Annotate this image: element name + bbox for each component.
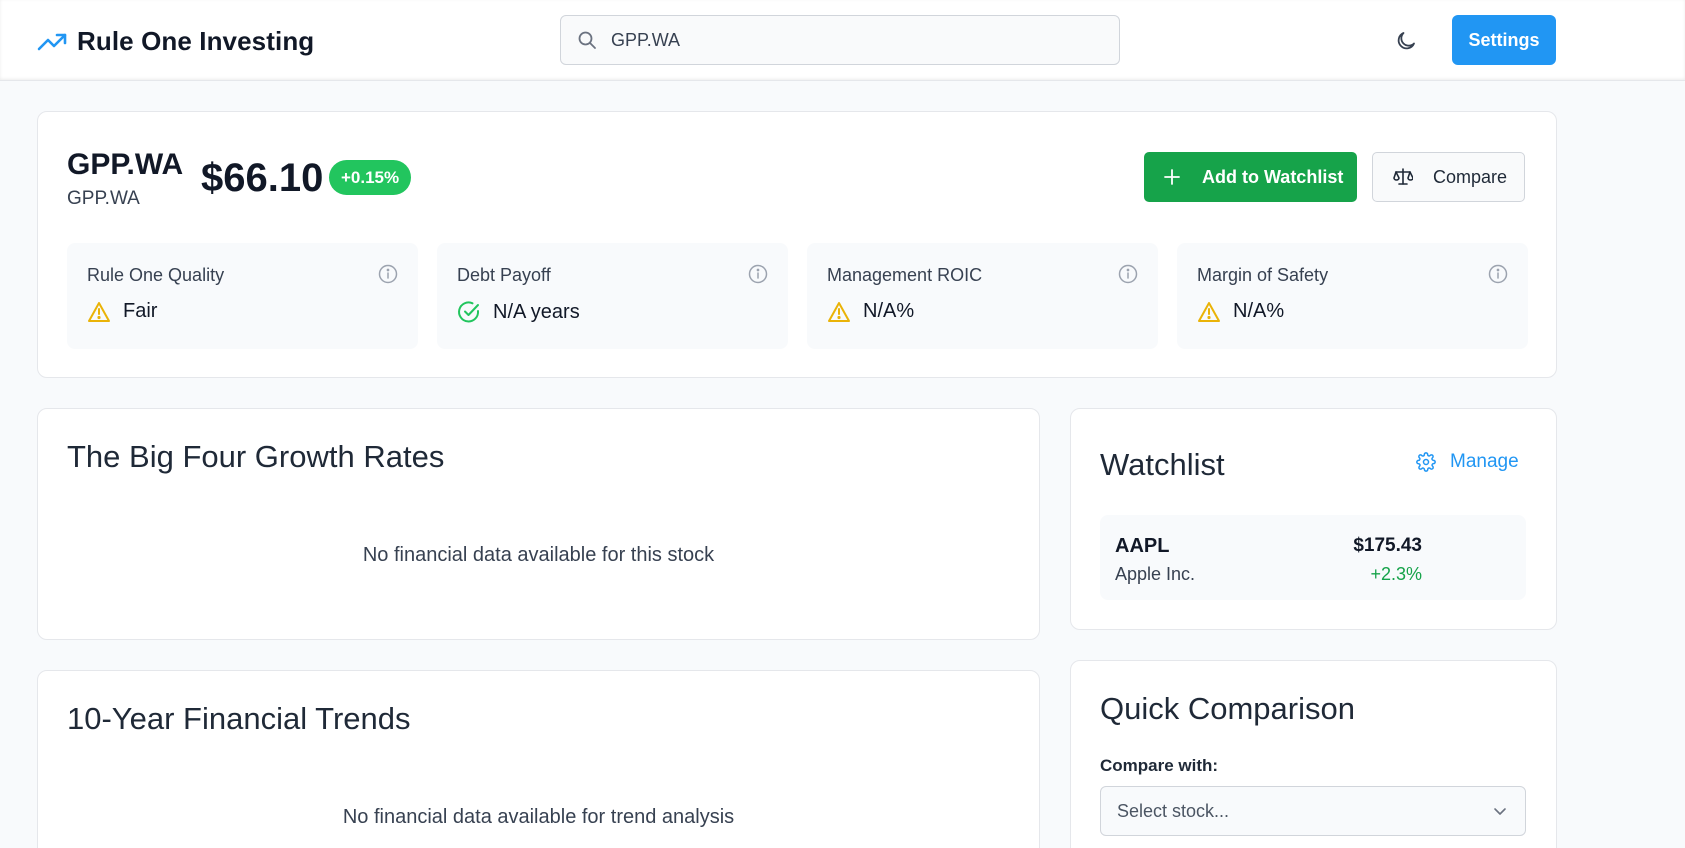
price-change-badge: +0.15% (329, 160, 412, 195)
warning-icon (1197, 301, 1221, 323)
metric-value: N/A% (863, 300, 915, 322)
watchlist-item[interactable]: AAPL Apple Inc. $175.43 +2.3% (1100, 515, 1526, 600)
quick-comparison-title: Quick Comparison (1100, 691, 1355, 726)
metric-rule-one-quality: Rule One Quality Fair (67, 243, 418, 349)
metric-label: Management ROIC (827, 265, 983, 285)
metric-value: N/A% (1233, 300, 1285, 322)
compare-button[interactable]: Compare (1372, 152, 1525, 202)
check-circle-icon (457, 300, 481, 324)
search-icon (577, 30, 597, 50)
stock-summary-card: GPP.WA GPP.WA $66.10 +0.15% Add to Watch… (37, 111, 1557, 378)
compare-stock-select[interactable]: Select stock... (1100, 786, 1526, 836)
trends-title: 10-Year Financial Trends (67, 701, 411, 736)
metric-value: N/A years (493, 300, 580, 323)
stock-ticker: GPP.WA (67, 148, 184, 181)
trends-card: 10-Year Financial Trends No financial da… (37, 670, 1040, 848)
metric-label: Debt Payoff (457, 265, 551, 285)
watchlist-card: Watchlist Manage AAPL Apple Inc. $175.43… (1070, 408, 1557, 630)
add-to-watchlist-button[interactable]: Add to Watchlist (1144, 152, 1357, 202)
top-header: Rule One Investing Settings (0, 0, 1685, 81)
trends-empty-message: No financial data available for trend an… (342, 806, 735, 828)
compare-select-placeholder: Select stock... (1117, 800, 1230, 821)
compare-with-label: Compare with: (1100, 756, 1219, 775)
search-input[interactable] (611, 29, 1091, 51)
warning-icon (827, 301, 851, 323)
metric-label: Rule One Quality (87, 265, 225, 285)
settings-button[interactable]: Settings (1452, 15, 1556, 65)
metric-margin-of-safety: Margin of Safety N/A% (1177, 243, 1528, 349)
search-bar[interactable] (560, 15, 1120, 65)
scale-icon (1393, 167, 1413, 187)
add-to-watchlist-label: Add to Watchlist (1202, 166, 1344, 187)
metric-value: Fair (123, 300, 158, 322)
brand[interactable]: Rule One Investing (37, 26, 314, 57)
chevron-down-icon (1493, 804, 1507, 818)
gear-icon (1416, 452, 1436, 472)
manage-label: Manage (1450, 451, 1519, 472)
watchlist-company-name: Apple Inc. (1115, 564, 1196, 584)
info-icon[interactable] (1488, 264, 1508, 284)
warning-icon (87, 301, 111, 323)
trending-up-icon (37, 31, 67, 53)
stock-price: $66.10 (201, 156, 324, 200)
big-four-card: The Big Four Growth Rates No financial d… (37, 408, 1040, 640)
compare-label: Compare (1433, 166, 1508, 187)
watchlist-change: +2.3% (1370, 564, 1422, 584)
info-icon[interactable] (1118, 264, 1138, 284)
brand-title: Rule One Investing (77, 26, 315, 56)
plus-icon (1164, 169, 1180, 185)
info-icon[interactable] (378, 264, 398, 284)
watchlist-symbol: AAPL (1115, 535, 1170, 557)
quick-comparison-card: Quick Comparison Compare with: Select st… (1070, 660, 1557, 848)
manage-watchlist-link[interactable]: Manage (1416, 451, 1519, 473)
metric-label: Margin of Safety (1197, 265, 1329, 285)
moon-icon[interactable] (1394, 29, 1418, 53)
watchlist-title: Watchlist (1100, 447, 1225, 482)
stock-subtitle: GPP.WA (67, 188, 140, 209)
metric-management-roic: Management ROIC N/A% (807, 243, 1158, 349)
big-four-empty-message: No financial data available for this sto… (362, 544, 715, 566)
big-four-title: The Big Four Growth Rates (67, 439, 445, 474)
watchlist-price: $175.43 (1353, 535, 1422, 556)
metric-debt-payoff: Debt Payoff N/A years (437, 243, 788, 349)
info-icon[interactable] (748, 264, 768, 284)
